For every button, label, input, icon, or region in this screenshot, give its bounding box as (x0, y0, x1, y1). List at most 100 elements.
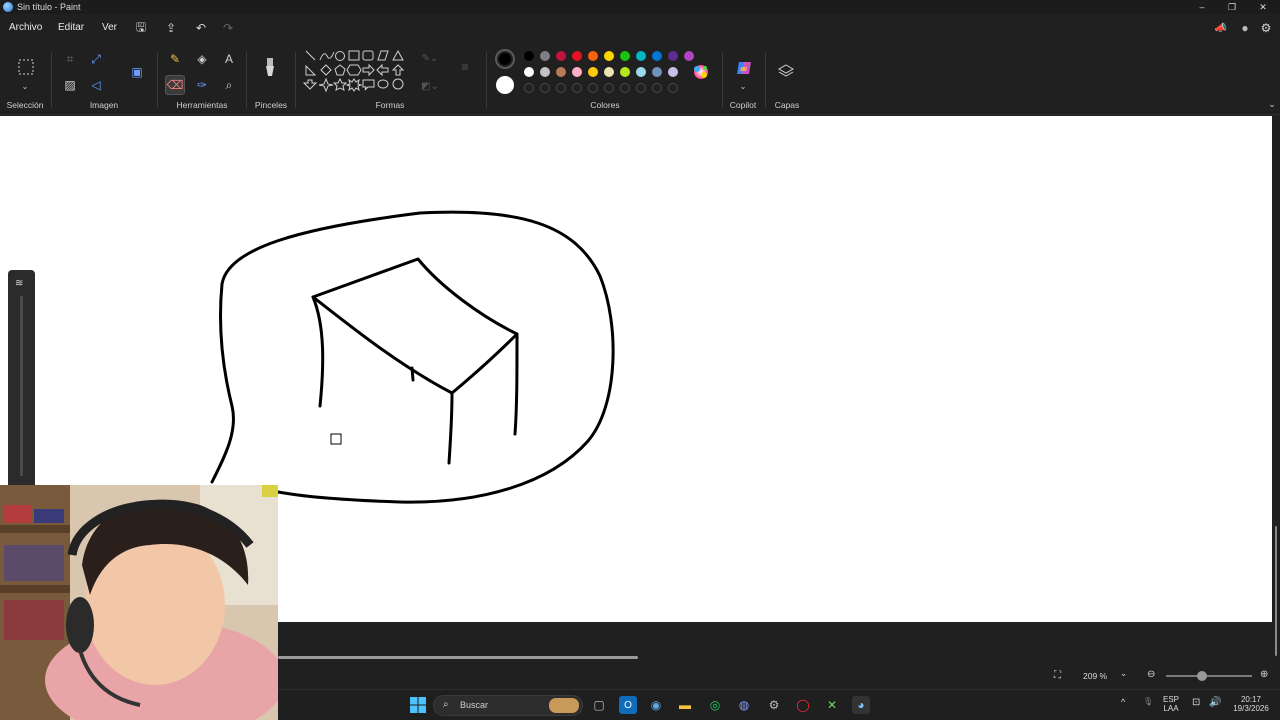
custom-color-slot[interactable] (572, 83, 582, 93)
color-swatch[interactable] (620, 67, 630, 77)
color-swatch[interactable] (588, 67, 598, 77)
color-swatch[interactable] (540, 51, 550, 61)
color-swatch[interactable] (540, 67, 550, 77)
share-icon[interactable]: ⇪ (163, 20, 179, 36)
custom-color-slot[interactable] (604, 83, 614, 93)
zoom-slider[interactable] (1166, 671, 1252, 681)
collapse-ribbon-icon[interactable]: ⌄ (1262, 94, 1280, 114)
custom-color-slot[interactable] (668, 83, 678, 93)
zoom-out-icon[interactable]: ⊖ (1147, 669, 1155, 680)
color-swatch[interactable] (588, 51, 598, 61)
zoom-level[interactable]: 209 % (1083, 671, 1107, 681)
steam-icon[interactable]: ◉ (647, 696, 665, 714)
file-explorer-icon[interactable]: ▬ (676, 696, 694, 714)
slider-track[interactable] (20, 296, 23, 476)
color-swatch[interactable] (604, 51, 614, 61)
color-swatch[interactable] (652, 67, 662, 77)
color-swatch[interactable] (556, 67, 566, 77)
layers-icon[interactable] (776, 61, 796, 81)
language-indicator[interactable]: ESP LAA (1163, 695, 1179, 713)
settings-icon[interactable]: ⚙ (1258, 20, 1274, 36)
vertical-scrollbar[interactable] (1272, 116, 1280, 656)
crop-icon[interactable]: ⌗ (60, 49, 80, 69)
rotate-icon[interactable]: ◁ (86, 75, 106, 95)
redo-icon[interactable]: ↷ (220, 20, 236, 36)
close-button[interactable]: ✕ (1248, 0, 1278, 14)
custom-color-slot[interactable] (556, 83, 566, 93)
color-swatch[interactable] (652, 51, 662, 61)
resize-icon[interactable]: ⤢ (86, 49, 106, 69)
color-swatch[interactable] (684, 51, 694, 61)
microphone-icon[interactable]: 🎙 (1143, 697, 1153, 706)
menu-archivo[interactable]: Archivo (9, 22, 42, 33)
fit-to-window-icon[interactable]: ⛶ (1054, 670, 1061, 681)
copilot-chevron-icon[interactable]: ⌄ (733, 76, 753, 96)
account-icon[interactable]: ● (1237, 20, 1253, 36)
magnifier-icon[interactable]: ⌕ (219, 75, 239, 95)
color-swatch[interactable] (524, 67, 534, 77)
color-swatch[interactable] (636, 51, 646, 61)
zoom-dropdown-chevron-icon[interactable]: ⌄ (1120, 668, 1127, 679)
clock[interactable]: 20:17 19/3/2026 (1226, 695, 1276, 713)
rectangle-select-icon[interactable] (15, 56, 37, 78)
feedback-icon[interactable]: 📣 (1213, 20, 1229, 36)
color-swatch[interactable] (524, 51, 534, 61)
whatsapp-icon[interactable]: ◎ (706, 696, 724, 714)
color-swatch[interactable] (668, 51, 678, 61)
text-icon[interactable]: A (219, 49, 239, 69)
custom-color-slot[interactable] (524, 83, 534, 93)
settings-app-icon[interactable]: ⚙ (765, 696, 783, 714)
color-swatch[interactable] (556, 51, 566, 61)
color-swatch[interactable] (572, 67, 582, 77)
brush-icon[interactable] (260, 56, 280, 80)
windows-start-icon[interactable] (409, 696, 427, 714)
paint-taskbar-icon[interactable]: ◕ (852, 696, 870, 714)
undo-icon[interactable]: ↶ (193, 20, 209, 36)
save-icon[interactable]: 🖫 (133, 20, 149, 36)
color-swatch[interactable] (636, 67, 646, 77)
xbox-icon[interactable]: ✕ (823, 696, 841, 714)
outlook-icon[interactable]: O (619, 696, 637, 714)
custom-color-slot[interactable] (652, 83, 662, 93)
volume-icon[interactable]: 🔊 (1209, 697, 1221, 708)
task-view-icon[interactable]: ▢ (590, 696, 608, 714)
eraser-icon[interactable]: ⌫ (165, 75, 185, 95)
color-swatch[interactable] (572, 51, 582, 61)
zoom-slider-thumb[interactable] (1197, 671, 1208, 681)
custom-color-slot[interactable] (636, 83, 646, 93)
shape-fill-icon[interactable]: ◩⌄ (420, 76, 440, 96)
image-creator-icon[interactable]: ▣ (127, 62, 147, 82)
vertical-scroll-thumb[interactable] (1275, 526, 1277, 656)
minimize-button[interactable]: – (1187, 0, 1217, 14)
menu-ver[interactable]: Ver (102, 22, 117, 33)
zoom-in-icon[interactable]: ⊕ (1260, 669, 1268, 680)
color-swatch[interactable] (668, 67, 678, 77)
restore-button[interactable]: ❐ (1217, 0, 1247, 14)
table-top (311, 257, 519, 395)
color-picker-icon[interactable]: ✑ (192, 75, 212, 95)
opera-icon[interactable]: ◯ (794, 696, 812, 714)
select-chevron-icon[interactable]: ⌄ (15, 76, 35, 96)
discord-icon[interactable]: ◍ (735, 696, 753, 714)
network-icon[interactable]: ⊡ (1192, 697, 1200, 708)
custom-color-slot[interactable] (540, 83, 550, 93)
shapes-gallery[interactable] (302, 48, 406, 98)
taskbar-search-box[interactable]: ⌕ Buscar (433, 695, 583, 716)
horizontal-scroll-thumb[interactable] (278, 656, 638, 659)
shape-outline-icon[interactable]: ✎⌄ (420, 48, 440, 68)
color-swatch[interactable] (620, 51, 630, 61)
shape-size-icon[interactable]: ≡ (455, 57, 475, 77)
pencil-icon[interactable]: ✎ (165, 49, 185, 69)
edit-colors-icon[interactable] (690, 61, 712, 83)
remove-background-icon[interactable]: ▨ (60, 75, 80, 95)
custom-color-slot[interactable] (588, 83, 598, 93)
brush-size-slider[interactable]: ≋ (8, 270, 35, 485)
paint-app-icon (3, 2, 13, 12)
secondary-color-swatch[interactable] (496, 76, 514, 94)
fill-icon[interactable]: ◈ (192, 49, 212, 69)
tray-overflow-chevron-icon[interactable]: ^ (1121, 697, 1125, 707)
color-swatch[interactable] (604, 67, 614, 77)
primary-color-swatch[interactable] (495, 49, 515, 69)
custom-color-slot[interactable] (620, 83, 630, 93)
menu-editar[interactable]: Editar (58, 22, 84, 33)
